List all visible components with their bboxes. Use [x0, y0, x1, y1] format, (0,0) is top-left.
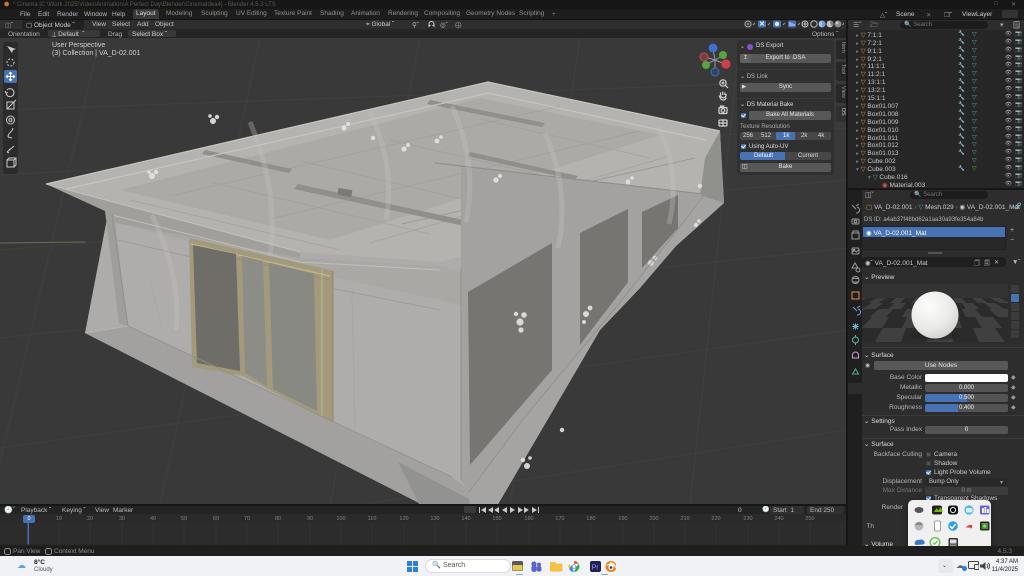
svg-text:Pr: Pr — [592, 565, 600, 572]
